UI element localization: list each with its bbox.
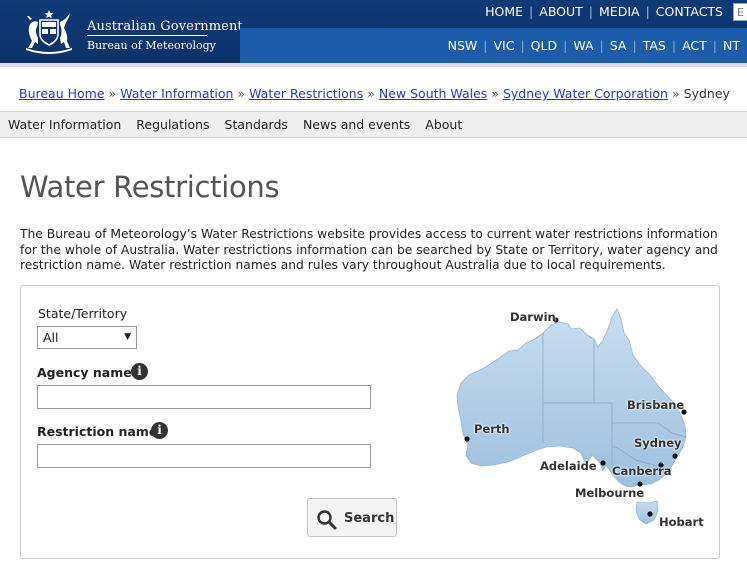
separator: | <box>588 4 594 19</box>
top-links: HOME | ABOUT | MEDIA | CONTACTS <box>483 4 725 19</box>
state-territory-label: State/Territory <box>38 306 128 321</box>
nav-about[interactable]: About <box>425 117 462 132</box>
state-link-act[interactable]: ACT <box>679 38 710 53</box>
breadcrumb-separator: » <box>671 86 680 101</box>
separator: | <box>483 38 488 53</box>
search-button[interactable]: Search <box>307 498 397 537</box>
city-label-canberra[interactable]: Canberra <box>612 464 672 478</box>
restriction-info-icon[interactable]: i <box>151 422 168 439</box>
dropdown-arrow-icon: ▼ <box>124 332 131 342</box>
city-label-brisbane[interactable]: Brisbane <box>627 398 684 412</box>
state-link-nt[interactable]: NT <box>720 38 743 53</box>
state-link-wa[interactable]: WA <box>570 38 596 53</box>
city-label-hobart[interactable]: Hobart <box>659 515 704 529</box>
state-territory-select[interactable]: All ▼ <box>37 326 137 349</box>
australia-map[interactable]: Darwin Brisbane Perth Sydney Adelaide Ca… <box>440 295 710 535</box>
title-divider <box>87 35 207 36</box>
state-link-tas[interactable]: TAS <box>640 38 669 53</box>
breadcrumb-separator: » <box>491 86 499 101</box>
breadcrumb-separator: » <box>108 86 117 101</box>
coat-of-arms-icon[interactable] <box>18 8 80 54</box>
separator: | <box>712 38 717 53</box>
city-label-sydney[interactable]: Sydney <box>634 436 682 450</box>
state-link-vic[interactable]: VIC <box>490 38 517 53</box>
separator: | <box>632 38 637 53</box>
separator: | <box>520 38 525 53</box>
nav-water-information[interactable]: Water Information <box>8 117 121 132</box>
state-link-qld[interactable]: QLD <box>528 38 560 53</box>
separator: | <box>563 38 568 53</box>
separator: | <box>671 38 677 53</box>
breadcrumb-current: Sydney <box>683 86 730 101</box>
city-label-melbourne[interactable]: Melbourne <box>575 486 644 500</box>
breadcrumb-water-information[interactable]: Water Information <box>120 86 233 101</box>
government-title: Australian Government <box>87 19 243 34</box>
nav-regulations[interactable]: Regulations <box>136 117 209 132</box>
state-links: NSW | VIC | QLD | WA | SA | TAS | ACT | … <box>445 38 743 53</box>
top-link-media[interactable]: MEDIA <box>597 4 642 19</box>
agency-info-icon[interactable]: i <box>131 363 148 380</box>
header-stripe <box>0 63 747 67</box>
agency-subtitle: Bureau of Meteorology <box>87 39 216 52</box>
intro-text: The Bureau of Meteorology’s Water Restri… <box>20 227 718 272</box>
city-label-perth[interactable]: Perth <box>474 422 510 436</box>
state-link-sa[interactable]: SA <box>607 38 630 53</box>
nav-news-and-events[interactable]: News and events <box>303 117 410 132</box>
section-nav: Water Information Regulations Standards … <box>0 111 747 138</box>
breadcrumb-water-restrictions[interactable]: Water Restrictions <box>249 86 363 101</box>
breadcrumb: Bureau Home» Water Information» Water Rest… <box>19 86 730 101</box>
city-label-adelaide[interactable]: Adelaide <box>540 459 597 473</box>
restriction-name-input[interactable] <box>37 444 371 468</box>
state-link-nsw[interactable]: NSW <box>445 38 481 53</box>
page-title: Water Restrictions <box>20 170 280 204</box>
state-territory-value: All <box>43 330 59 345</box>
site-header: Australian Government Bureau of Meteorol… <box>0 0 747 67</box>
breadcrumb-separator: » <box>367 86 375 101</box>
separator: | <box>599 38 604 53</box>
breadcrumb-sydney-water-corporation[interactable]: Sydney Water Corporation <box>503 86 668 101</box>
breadcrumb-separator: » <box>237 86 246 101</box>
magnifier-icon <box>317 510 337 530</box>
top-link-about[interactable]: ABOUT <box>537 4 585 19</box>
top-link-contacts[interactable]: CONTACTS <box>654 4 725 19</box>
city-label-darwin[interactable]: Darwin <box>510 310 556 324</box>
search-button-label: Search <box>344 511 395 526</box>
agency-name-input[interactable] <box>37 385 371 409</box>
top-link-home[interactable]: HOME <box>483 4 525 19</box>
separator: | <box>529 4 534 19</box>
breadcrumb-bureau-home[interactable]: Bureau Home <box>19 86 105 101</box>
breadcrumb-new-south-wales[interactable]: New South Wales <box>379 86 487 101</box>
agency-name-label: Agency name <box>37 365 132 380</box>
separator: | <box>645 4 650 19</box>
site-search-input[interactable]: E <box>733 3 747 21</box>
restriction-name-label: Restriction name <box>37 424 158 439</box>
nav-standards[interactable]: Standards <box>225 117 288 132</box>
